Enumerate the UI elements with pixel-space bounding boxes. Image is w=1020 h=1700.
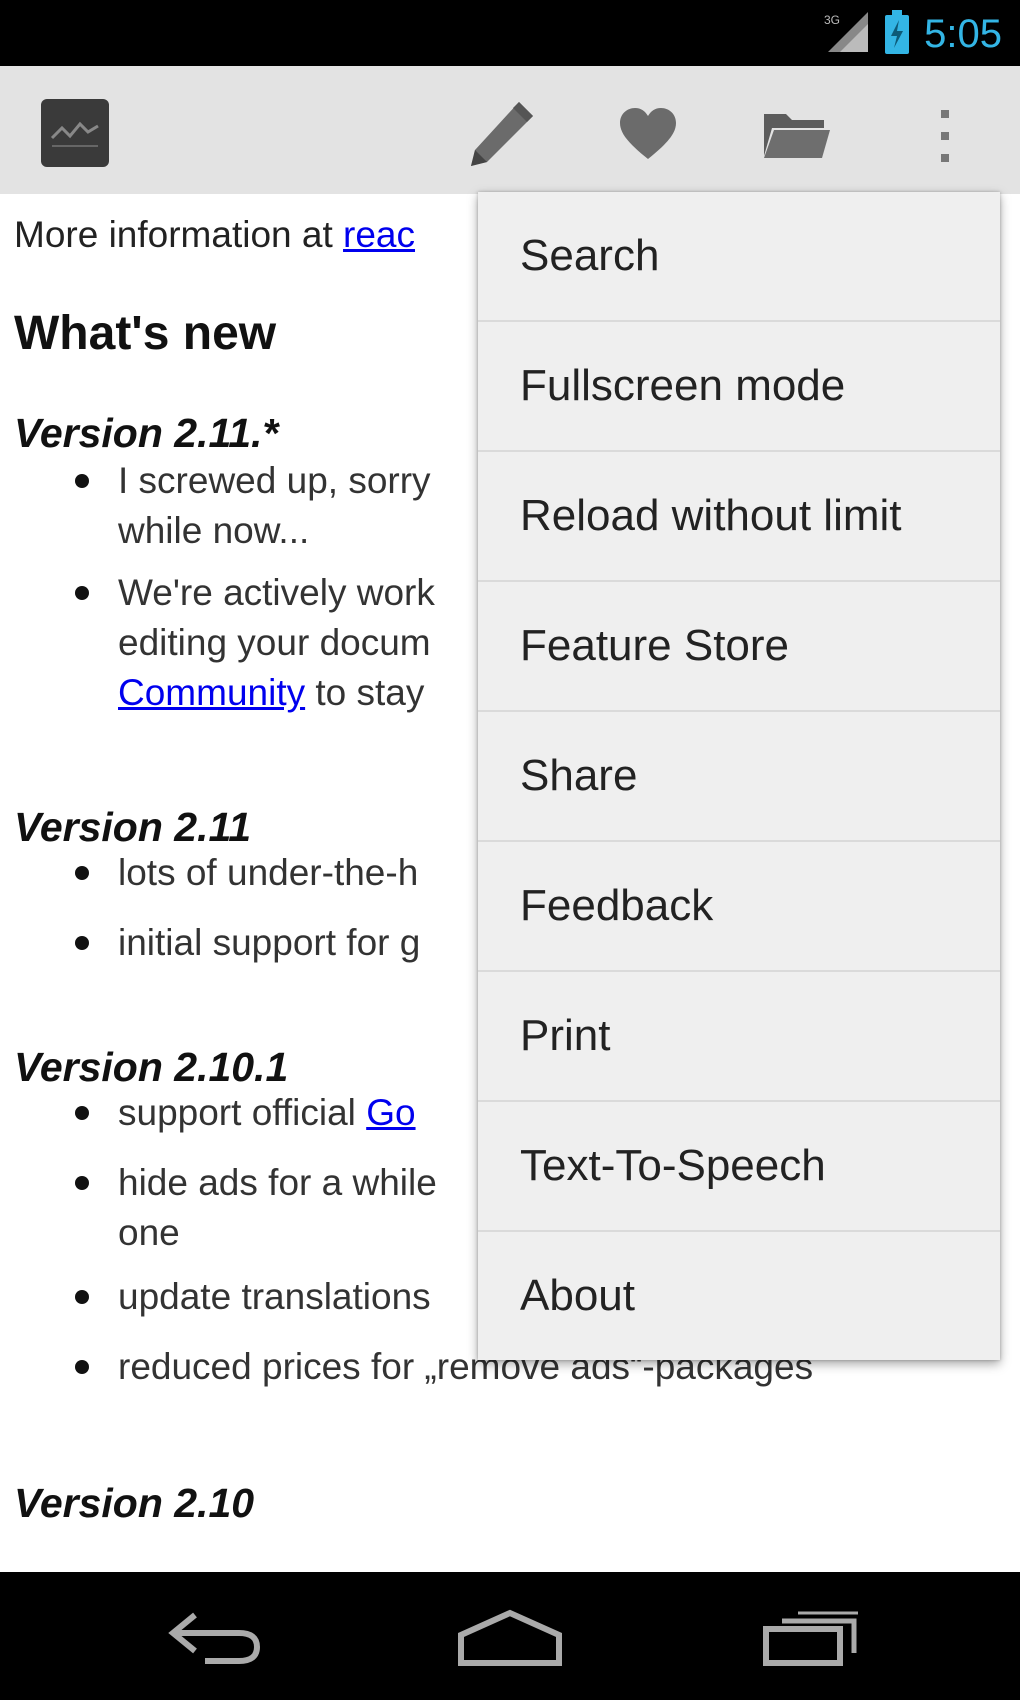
version-title: Version 2.11 [14, 804, 252, 850]
list-item: support official Go [118, 1092, 416, 1133]
overflow-menu: Search Fullscreen mode Reload without li… [478, 192, 1000, 1360]
menu-item-fullscreen-mode[interactable]: Fullscreen mode [478, 322, 1000, 452]
menu-item-share[interactable]: Share [478, 712, 1000, 842]
menu-item-feature-store[interactable]: Feature Store [478, 582, 1000, 712]
svg-text:3G: 3G [824, 13, 840, 27]
bullet [75, 1176, 89, 1190]
bullet [75, 1106, 89, 1120]
intro-line: More information at reac [14, 214, 415, 256]
list-item: I screwed up, sorry while now... [118, 460, 431, 551]
list-item: hide ads for a while one [118, 1162, 437, 1253]
action-bar [0, 66, 1020, 194]
menu-item-feedback[interactable]: Feedback [478, 842, 1000, 972]
list-item: lots of under-the-h [118, 852, 419, 893]
status-time: 5:05 [924, 12, 1002, 56]
home-icon[interactable] [445, 1592, 575, 1682]
list-item: We're actively work editing your docum C… [118, 572, 435, 713]
bullet [75, 936, 89, 950]
bullet [75, 474, 89, 488]
recent-apps-icon[interactable] [745, 1592, 875, 1682]
folder-icon[interactable] [752, 94, 842, 174]
community-link[interactable]: Community [118, 672, 305, 713]
page-heading: What's new [14, 307, 277, 360]
version-title: Version 2.10.1 [14, 1044, 289, 1090]
menu-item-about[interactable]: About [478, 1232, 1000, 1360]
intro-link[interactable]: reac [343, 214, 415, 255]
google-link[interactable]: Go [366, 1092, 415, 1133]
signal-3g-icon: 3G [822, 10, 870, 58]
list-item: update translations [118, 1276, 431, 1317]
battery-icon [884, 10, 910, 58]
navigation-bar [0, 1572, 1020, 1700]
menu-item-search[interactable]: Search [478, 192, 1000, 322]
version-title: Version 2.10 [14, 1480, 255, 1526]
status-bar: 3G 5:05 [0, 0, 1020, 66]
menu-item-reload-without-limit[interactable]: Reload without limit [478, 452, 1000, 582]
status-icons: 3G 5:05 [822, 10, 1002, 58]
version-title: Version 2.11.* [14, 410, 279, 456]
bullet [75, 1290, 89, 1304]
bullet [75, 586, 89, 600]
heart-icon[interactable] [608, 94, 688, 174]
back-icon[interactable] [150, 1592, 280, 1682]
menu-item-print[interactable]: Print [478, 972, 1000, 1102]
bullet [75, 1360, 89, 1374]
intro-text: More information at [14, 214, 344, 255]
menu-item-text-to-speech[interactable]: Text-To-Speech [478, 1102, 1000, 1232]
list-item: initial support for g [118, 922, 421, 963]
overflow-menu-icon[interactable] [920, 96, 970, 176]
bullet [75, 866, 89, 880]
app-document-icon[interactable] [40, 98, 110, 168]
pencil-icon[interactable] [455, 90, 545, 180]
